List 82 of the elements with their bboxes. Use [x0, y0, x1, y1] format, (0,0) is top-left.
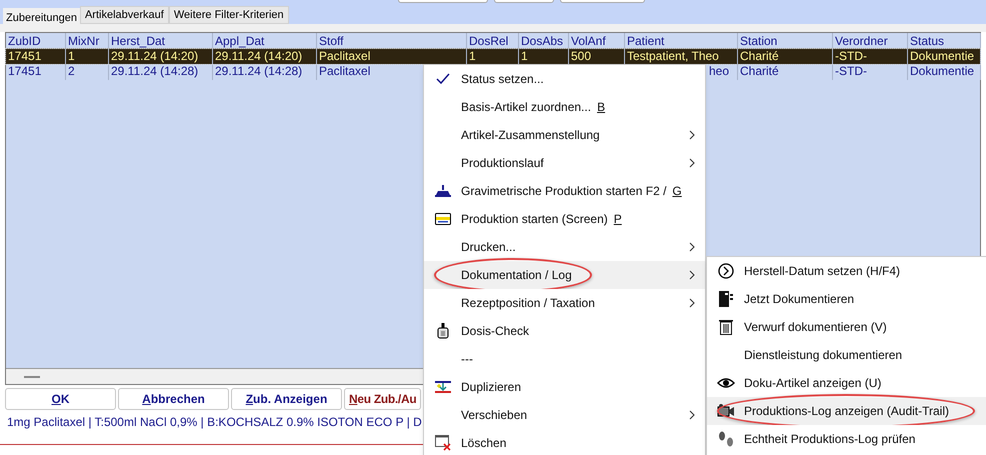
menu-item[interactable]: Status setzen...: [424, 65, 705, 93]
tab[interactable]: Weitere Filter-Kriterien: [168, 6, 289, 24]
table-cell: -STD-: [835, 64, 867, 78]
menu-item[interactable]: ---: [424, 345, 705, 373]
trash-icon: [718, 319, 732, 335]
column-header[interactable]: Herst_Dat: [111, 34, 166, 48]
table-cell: 2: [68, 64, 75, 78]
table-cell: 1: [68, 49, 75, 63]
clock-icon: [718, 263, 734, 279]
duplicate-icon: [434, 380, 450, 394]
menu-item[interactable]: Gravimetrische Produktion starten F2 / G: [424, 177, 705, 205]
delete-window-icon: [434, 435, 450, 451]
menu-item[interactable]: Rezeptposition / Taxation: [424, 289, 705, 317]
table-cell: 500: [571, 49, 592, 63]
table-cell: 17451: [8, 49, 42, 63]
column-header[interactable]: Patient: [627, 34, 664, 48]
table-row[interactable]: 17451 1 29.11.24 (14:20) 29.11.24 (14:20) Paclitaxel 1 1 500 Testpatient, Theo Charité -STD- Dokumentie: [6, 49, 980, 64]
menu-item[interactable]: Dosis-Check: [424, 317, 705, 345]
card-icon: [434, 213, 450, 225]
book-icon: [718, 291, 732, 307]
column-header[interactable]: DosAbs: [521, 34, 564, 48]
table-cell: Charité: [740, 49, 779, 63]
table-cell: 29.11.24 (14:20): [111, 49, 198, 63]
menu-item[interactable]: Herstell-Datum setzen (H/F4): [707, 257, 986, 285]
dialog-button[interactable]: Abbrechen: [118, 388, 229, 410]
bottle-icon: [436, 323, 448, 339]
scrollbar-grip[interactable]: [24, 376, 40, 378]
table-cell: Dokumentie: [910, 49, 974, 63]
column-header[interactable]: DosRel: [469, 34, 508, 48]
menu-item[interactable]: Produktion starten (Screen) P: [424, 205, 705, 233]
table-cell: Paclitaxel: [319, 64, 370, 78]
status-text: 1mg Paclitaxel | T:500ml NaCl 0,9% | B:KOCHSALZ 0.9% ISOTON ECO P | D: [7, 414, 421, 431]
table-cell: Paclitaxel: [319, 49, 370, 63]
toolbar-button[interactable]: [398, 0, 488, 3]
dialog-button[interactable]: Zub. Anzeigen: [231, 388, 342, 410]
tab[interactable]: Artikelabverkauf: [80, 6, 169, 24]
scale-icon: [434, 184, 450, 198]
shortcut-key: G: [672, 182, 682, 200]
checkmark-icon: [436, 73, 450, 85]
table-cell: 29.11.24 (14:20): [215, 49, 302, 63]
shortcut-key: B: [597, 98, 606, 116]
menu-item[interactable]: Verschieben: [424, 401, 705, 429]
column-header[interactable]: ZubID: [8, 34, 41, 48]
footprints-icon: [716, 431, 734, 447]
column-header[interactable]: Appl_Dat: [215, 34, 264, 48]
menu-item[interactable]: Produktionslauf: [424, 149, 705, 177]
table-cell: Charité: [740, 64, 779, 78]
column-header[interactable]: Verordner: [835, 34, 888, 48]
table-cell: 1: [521, 49, 528, 63]
column-header[interactable]: MixNr: [68, 34, 100, 48]
dialog-button[interactable]: Neu Zub./Au: [344, 388, 422, 410]
column-header[interactable]: Status: [910, 34, 944, 48]
chevron-right-icon: [689, 410, 695, 420]
column-header[interactable]: VolAnf: [571, 34, 606, 48]
table-cell: -STD-: [835, 49, 867, 63]
table-cell: 17451: [8, 64, 42, 78]
toolbar-button[interactable]: [560, 0, 645, 3]
column-header[interactable]: Station: [740, 34, 778, 48]
table-cell: heo: [708, 64, 729, 78]
menu-item[interactable]: Löschen: [424, 429, 705, 455]
eye-icon: [716, 377, 734, 389]
menu-item[interactable]: Duplizieren: [424, 373, 705, 401]
table-cell: Dokumentie: [910, 64, 974, 78]
menu-item[interactable]: Artikel-Zusammenstellung: [424, 121, 705, 149]
camera-icon: [716, 404, 734, 418]
dialog-button[interactable]: OK: [5, 388, 116, 410]
chevron-right-icon: [689, 130, 695, 140]
shortcut-key: P: [614, 210, 622, 228]
chevron-right-icon: [689, 298, 695, 308]
table-cell: Testpatient, Theo: [627, 49, 719, 63]
toolbar-button[interactable]: [494, 0, 554, 3]
chevron-right-icon: [689, 158, 695, 168]
table-cell: 1: [469, 49, 476, 63]
table-cell: 29.11.24 (14:28): [215, 64, 302, 78]
menu-item[interactable]: Dokumentation / Log: [424, 261, 705, 289]
chevron-right-icon: [689, 270, 695, 280]
table-cell: 29.11.24 (14:28): [111, 64, 198, 78]
menu-item[interactable]: Produktions-Log anzeigen (Audit-Trail): [707, 397, 986, 425]
chevron-right-icon: [689, 242, 695, 252]
column-header[interactable]: Stoff: [319, 34, 344, 48]
menu-item[interactable]: Drucken...: [424, 233, 705, 261]
menu-item[interactable]: Basis-Artikel zuordnen... B: [424, 93, 705, 121]
